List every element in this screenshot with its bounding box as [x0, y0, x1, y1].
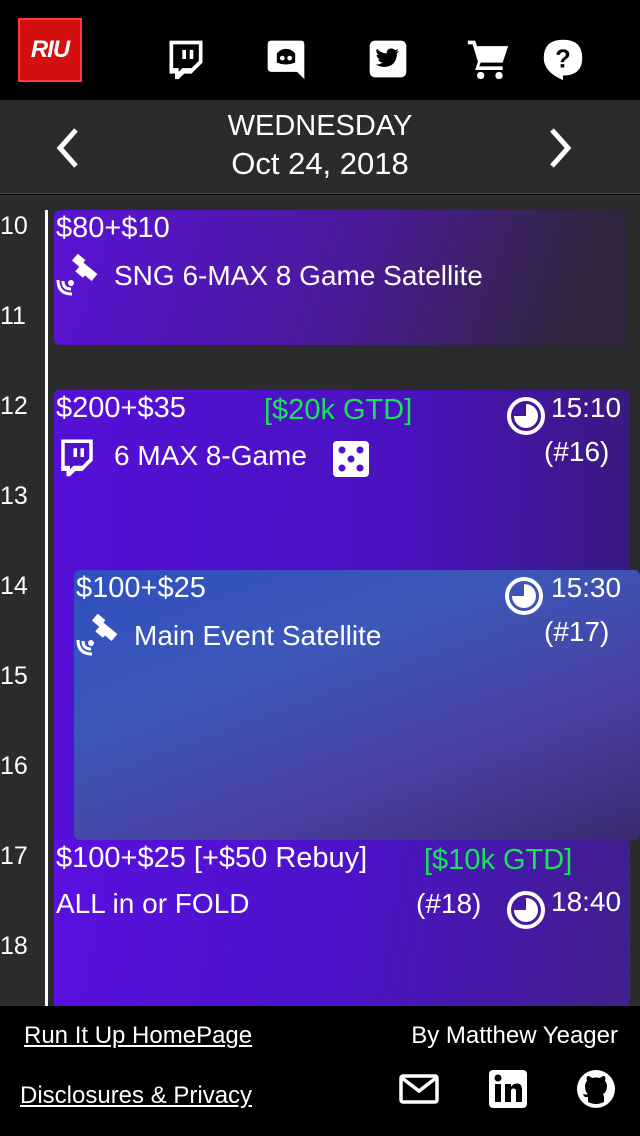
- dice-icon: [332, 440, 370, 478]
- event-buyin: $100+$25: [76, 572, 206, 604]
- help-icon[interactable]: ?: [540, 36, 586, 82]
- discord-icon[interactable]: [263, 36, 309, 82]
- hour-label: 18: [0, 932, 28, 960]
- event-buyin: $80+$10: [56, 212, 170, 244]
- event-number: (#17): [544, 616, 610, 647]
- satellite-icon: [74, 614, 122, 658]
- hour-label: 10: [0, 212, 28, 240]
- event-buyin: $100+$25 [+$50 Rebuy]: [56, 842, 368, 874]
- clock-icon: [504, 576, 544, 616]
- schedule-grid: 10 11 12 13 14 15 16 17 18 $80+$10 SNG 6…: [0, 195, 640, 1006]
- clock-icon: [506, 396, 546, 436]
- event-title: ALL in or FOLD: [56, 888, 250, 919]
- riu-logo[interactable]: RIU: [18, 18, 82, 82]
- homepage-link[interactable]: Run It Up HomePage: [24, 1022, 252, 1050]
- event-number: (#16): [544, 436, 610, 467]
- event-time: 18:40: [551, 886, 622, 917]
- next-day-button[interactable]: [540, 124, 580, 172]
- twitch-icon[interactable]: [163, 36, 209, 82]
- event-title: SNG 6-MAX 8 Game Satellite: [114, 260, 483, 291]
- event-title: 6 MAX 8-Game: [114, 440, 307, 471]
- event-number: (#18): [416, 888, 482, 919]
- event-time: 15:10: [551, 392, 622, 423]
- hour-label: 16: [0, 752, 28, 780]
- hour-label: 11: [0, 302, 26, 330]
- hour-label: 17: [0, 842, 28, 870]
- cart-icon[interactable]: [465, 36, 511, 82]
- satellite-icon: [54, 254, 102, 298]
- top-nav-bar: RIU ?: [0, 0, 640, 100]
- hour-label: 15: [0, 662, 28, 690]
- hour-label: 13: [0, 482, 28, 510]
- event-card[interactable]: $100+$25 [+$50 Rebuy] [$10k GTD] ALL in …: [54, 840, 630, 1006]
- timeline-line: [45, 210, 48, 1006]
- github-icon[interactable]: [575, 1068, 617, 1110]
- hour-label: 14: [0, 572, 28, 600]
- event-guarantee: [$20k GTD]: [264, 394, 413, 426]
- twitch-icon: [56, 436, 98, 478]
- privacy-link[interactable]: Disclosures & Privacy: [20, 1082, 252, 1110]
- event-time: 15:30: [551, 572, 622, 603]
- event-card[interactable]: $100+$25 15:30 (#17) Main Event Satellit…: [74, 570, 640, 840]
- author-credit: By Matthew Yeager: [411, 1022, 618, 1049]
- event-buyin: $200+$35: [56, 392, 186, 424]
- footer: Run It Up HomePage By Matthew Yeager Dis…: [0, 1006, 640, 1136]
- twitter-icon[interactable]: [365, 36, 411, 82]
- hour-label: 12: [0, 392, 28, 420]
- mail-icon[interactable]: [398, 1068, 440, 1110]
- event-title: Main Event Satellite: [134, 620, 382, 651]
- svg-text:?: ?: [555, 45, 571, 73]
- linkedin-icon[interactable]: [487, 1068, 529, 1110]
- event-guarantee: [$10k GTD]: [424, 844, 573, 876]
- clock-icon: [506, 890, 546, 930]
- event-card[interactable]: $80+$10 SNG 6-MAX 8 Game Satellite: [54, 210, 628, 345]
- date-header: WEDNESDAY Oct 24, 2018: [0, 100, 640, 194]
